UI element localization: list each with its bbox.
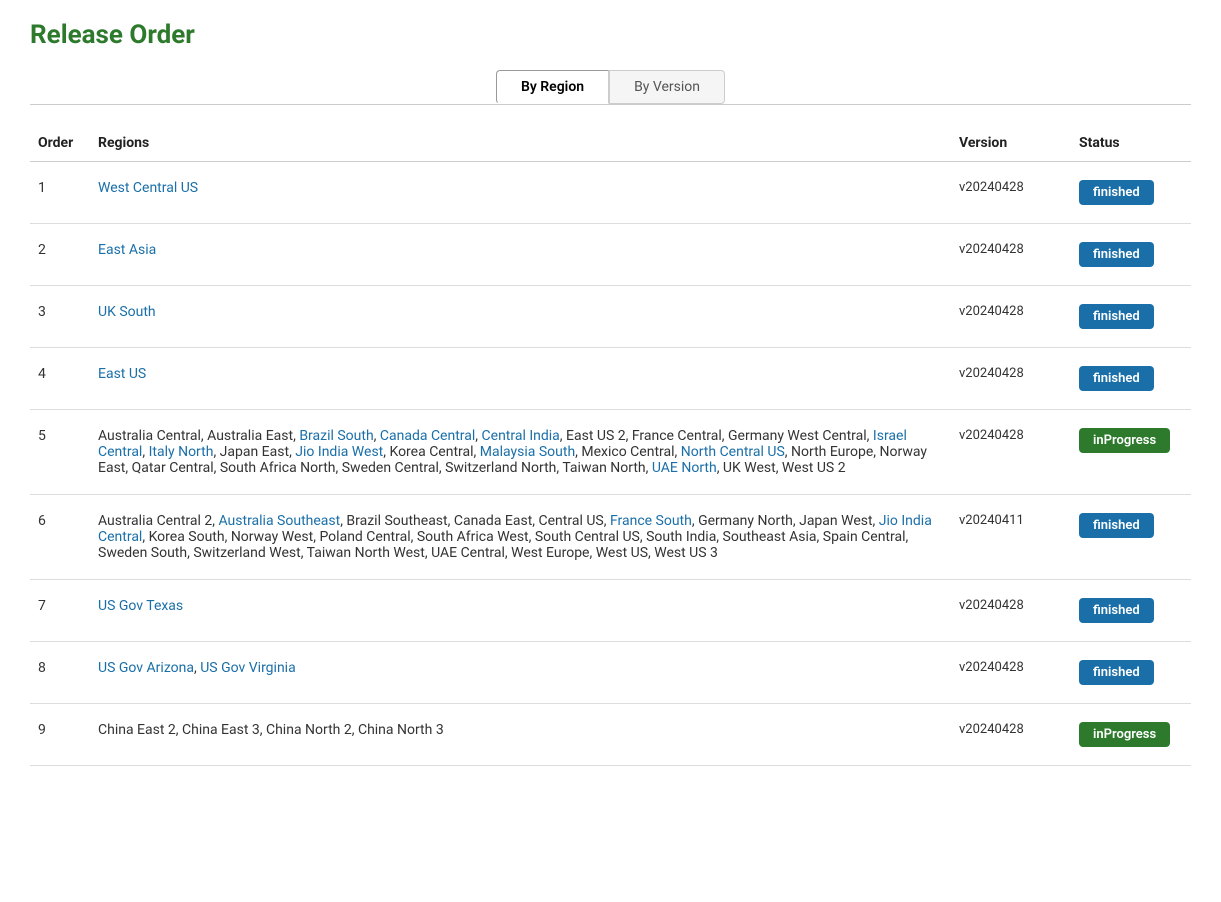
table-row: 4 East US v20240428 finished [30,348,1191,410]
cell-order: 6 [30,495,90,580]
col-header-order: Order [30,125,90,162]
region-link[interactable]: Italy North [149,444,214,460]
cell-version: v20240428 [951,580,1071,642]
region-link[interactable]: Brazil South [299,428,373,444]
region-text: , Korea South, Norway West, Poland Centr… [98,529,908,561]
status-badge: finished [1079,366,1154,391]
cell-status: inProgress [1071,704,1191,766]
cell-status: inProgress [1071,410,1191,495]
region-link[interactable]: East US [98,366,146,382]
region-text: , Australia East, [201,428,299,444]
region-text: , Mexico Central, [575,444,681,460]
cell-status: finished [1071,162,1191,224]
cell-status: finished [1071,642,1191,704]
status-badge: finished [1079,304,1154,329]
cell-order: 7 [30,580,90,642]
cell-regions: East US [90,348,951,410]
cell-version: v20240428 [951,162,1071,224]
cell-version: v20240428 [951,224,1071,286]
region-text: Australia Central 2 [98,513,212,529]
cell-status: finished [1071,580,1191,642]
cell-status: finished [1071,495,1191,580]
region-link[interactable]: France South [610,513,692,529]
status-badge: finished [1079,513,1154,538]
status-badge: finished [1079,598,1154,623]
cell-version: v20240428 [951,348,1071,410]
region-link[interactable]: Jio India West [295,444,383,460]
table-row: 8US Gov Arizona, US Gov Virginiav2024042… [30,642,1191,704]
table-row: 6Australia Central 2, Australia Southeas… [30,495,1191,580]
page-title: Release Order [30,20,1191,50]
table-row: 2 East Asia v20240428 finished [30,224,1191,286]
cell-order: 4 [30,348,90,410]
region-link[interactable]: Australia Southeast [218,513,340,529]
cell-version: v20240428 [951,642,1071,704]
region-link[interactable]: US Gov Texas [98,598,183,614]
cell-order: 1 [30,162,90,224]
region-link[interactable]: Malaysia South [480,444,575,460]
region-text: , Brazil Southeast, Canada East, Central… [340,513,610,529]
cell-version: v20240428 [951,410,1071,495]
status-badge: inProgress [1079,722,1170,747]
cell-regions: Australia Central, Australia East, Brazi… [90,410,951,495]
cell-regions: US Gov Texas [90,580,951,642]
cell-version: v20240428 [951,286,1071,348]
cell-order: 5 [30,410,90,495]
cell-order: 2 [30,224,90,286]
cell-regions: US Gov Arizona, US Gov Virginia [90,642,951,704]
cell-order: 9 [30,704,90,766]
tab-by-region[interactable]: By Region [496,70,609,104]
cell-regions: China East 2, China East 3, China North … [90,704,951,766]
tab-by-version[interactable]: By Version [609,70,725,104]
status-badge: inProgress [1079,428,1170,453]
cell-order: 8 [30,642,90,704]
status-badge: finished [1079,660,1154,685]
status-badge: finished [1079,242,1154,267]
cell-version: v20240428 [951,704,1071,766]
tab-bar: By Region By Version [30,70,1191,104]
cell-regions: UK South [90,286,951,348]
region-text: , UK West, West US 2 [717,460,846,476]
table-row: 3 UK South v20240428 finished [30,286,1191,348]
tab-divider [30,104,1191,105]
region-text: China East 2, China East 3, China North … [98,722,444,738]
col-header-version: Version [951,125,1071,162]
table-row: 1 West Central US v20240428 finished [30,162,1191,224]
region-link[interactable]: US Gov Virginia [200,660,295,676]
region-text: , Germany North, Japan West, [692,513,879,529]
cell-status: finished [1071,224,1191,286]
region-link[interactable]: US Gov Arizona [98,660,194,676]
cell-regions: East Asia [90,224,951,286]
region-text: , Japan East, [213,444,295,460]
table-header-row: Order Regions Version Status [30,125,1191,162]
col-header-regions: Regions [90,125,951,162]
region-link[interactable]: West Central US [98,180,198,196]
region-link[interactable]: North Central US [681,444,785,460]
release-order-table: Order Regions Version Status 1 West Centr… [30,125,1191,766]
cell-regions: West Central US [90,162,951,224]
cell-status: finished [1071,348,1191,410]
region-link[interactable]: Central India [482,428,560,444]
table-row: 7 US Gov Texas v20240428 finished [30,580,1191,642]
table-row: 5Australia Central, Australia East, Braz… [30,410,1191,495]
cell-status: finished [1071,286,1191,348]
col-header-status: Status [1071,125,1191,162]
table-row: 9 China East 2, China East 3, China North… [30,704,1191,766]
cell-order: 3 [30,286,90,348]
region-link[interactable]: Canada Central [380,428,475,444]
region-text: , Korea Central, [383,444,480,460]
cell-regions: Australia Central 2, Australia Southeast… [90,495,951,580]
region-link[interactable]: UK South [98,304,156,320]
region-text: Australia Central [98,428,201,444]
cell-version: v20240411 [951,495,1071,580]
region-text: , East US 2, France Central, Germany Wes… [560,428,873,444]
region-link[interactable]: East Asia [98,242,156,258]
region-link[interactable]: UAE North [652,460,717,476]
status-badge: finished [1079,180,1154,205]
